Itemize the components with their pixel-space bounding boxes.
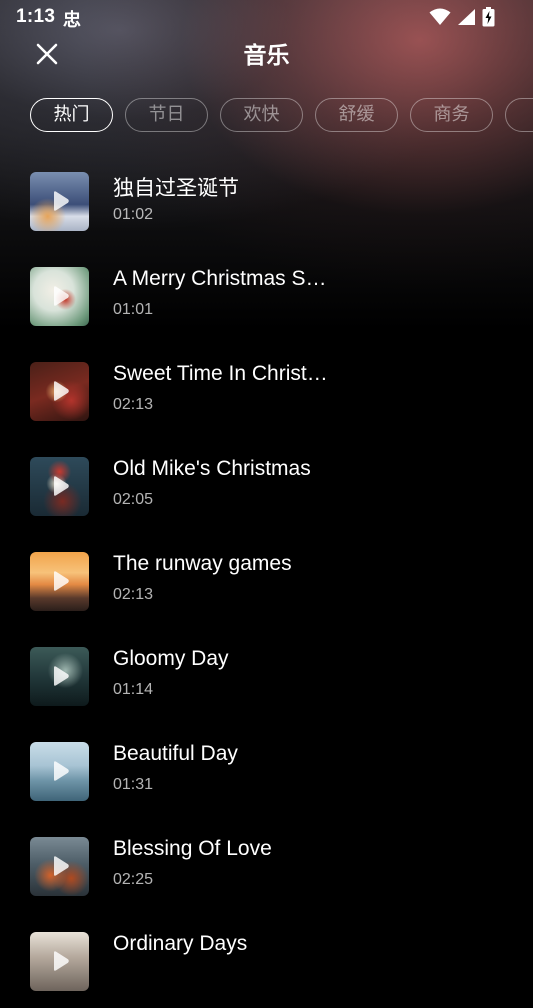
tab-category[interactable]: 欢快 bbox=[220, 98, 303, 132]
track-thumbnail bbox=[30, 552, 89, 611]
signal-icon bbox=[458, 9, 475, 25]
play-icon bbox=[54, 286, 69, 306]
track-duration: 01:14 bbox=[113, 681, 154, 698]
track-duration: 01:01 bbox=[113, 301, 154, 318]
track-title: A Merry Christmas S… bbox=[113, 267, 327, 290]
track-thumbnail bbox=[30, 267, 89, 326]
wifi-icon bbox=[429, 8, 451, 25]
list-item[interactable]: Sweet Time In Christ… 02:13 bbox=[0, 343, 533, 438]
tab-category[interactable]: 舒缓 bbox=[315, 98, 398, 132]
play-icon bbox=[54, 666, 69, 686]
track-thumbnail bbox=[30, 172, 89, 231]
track-thumbnail bbox=[30, 932, 89, 991]
track-title: Blessing Of Love bbox=[113, 837, 272, 860]
play-icon bbox=[54, 381, 69, 401]
track-thumbnail bbox=[30, 837, 89, 896]
list-item[interactable]: A Merry Christmas S… 01:01 bbox=[0, 248, 533, 343]
play-icon bbox=[54, 951, 69, 971]
list-item[interactable]: Beautiful Day 01:31 bbox=[0, 723, 533, 818]
list-item[interactable]: The runway games 02:13 bbox=[0, 533, 533, 628]
track-title: The runway games bbox=[113, 552, 292, 575]
track-duration: 01:02 bbox=[113, 206, 154, 223]
play-icon bbox=[54, 571, 69, 591]
play-icon bbox=[54, 191, 69, 211]
tab-category[interactable]: 商务 bbox=[410, 98, 493, 132]
track-duration: 02:13 bbox=[113, 586, 154, 603]
list-item[interactable]: Old Mike's Christmas 02:05 bbox=[0, 438, 533, 533]
play-icon bbox=[54, 476, 69, 496]
play-icon bbox=[54, 856, 69, 876]
page-title: 音乐 bbox=[243, 42, 290, 68]
list-item[interactable]: Blessing Of Love 02:25 bbox=[0, 818, 533, 913]
track-title: Ordinary Days bbox=[113, 932, 248, 955]
category-tabs-scroller[interactable]: 热门 节日 欢快 舒缓 商务 科 bbox=[0, 90, 533, 140]
list-item[interactable]: Gloomy Day 01:14 bbox=[0, 628, 533, 723]
track-duration: 02:13 bbox=[113, 396, 154, 413]
track-thumbnail bbox=[30, 742, 89, 801]
list-item[interactable]: Ordinary Days bbox=[0, 913, 533, 1008]
list-item[interactable]: 独自过圣诞节 01:02 bbox=[0, 153, 533, 248]
tab-category[interactable]: 科 bbox=[505, 98, 533, 132]
category-tabs: 热门 节日 欢快 舒缓 商务 科 bbox=[30, 98, 533, 132]
track-duration: 01:31 bbox=[113, 776, 154, 793]
track-thumbnail bbox=[30, 457, 89, 516]
play-icon bbox=[54, 761, 69, 781]
battery-charging-icon bbox=[482, 7, 495, 27]
track-title: Old Mike's Christmas bbox=[113, 457, 311, 480]
notification-icon: 忠 bbox=[63, 10, 81, 30]
track-thumbnail bbox=[30, 362, 89, 421]
status-bar: 1:13 忠 bbox=[0, 0, 533, 36]
track-title: Sweet Time In Christ… bbox=[113, 362, 328, 385]
track-duration: 02:25 bbox=[113, 871, 154, 888]
tab-category[interactable]: 热门 bbox=[30, 98, 113, 132]
track-title: 独自过圣诞节 bbox=[113, 177, 239, 200]
track-thumbnail bbox=[30, 647, 89, 706]
music-list: 独自过圣诞节 01:02 A Merry Christmas S… 01:01 … bbox=[0, 153, 533, 1008]
track-title: Beautiful Day bbox=[113, 742, 238, 765]
track-duration: 02:05 bbox=[113, 491, 154, 508]
status-time: 1:13 bbox=[16, 6, 56, 27]
status-icons bbox=[429, 7, 495, 27]
tab-category[interactable]: 节日 bbox=[125, 98, 208, 132]
track-title: Gloomy Day bbox=[113, 647, 229, 670]
